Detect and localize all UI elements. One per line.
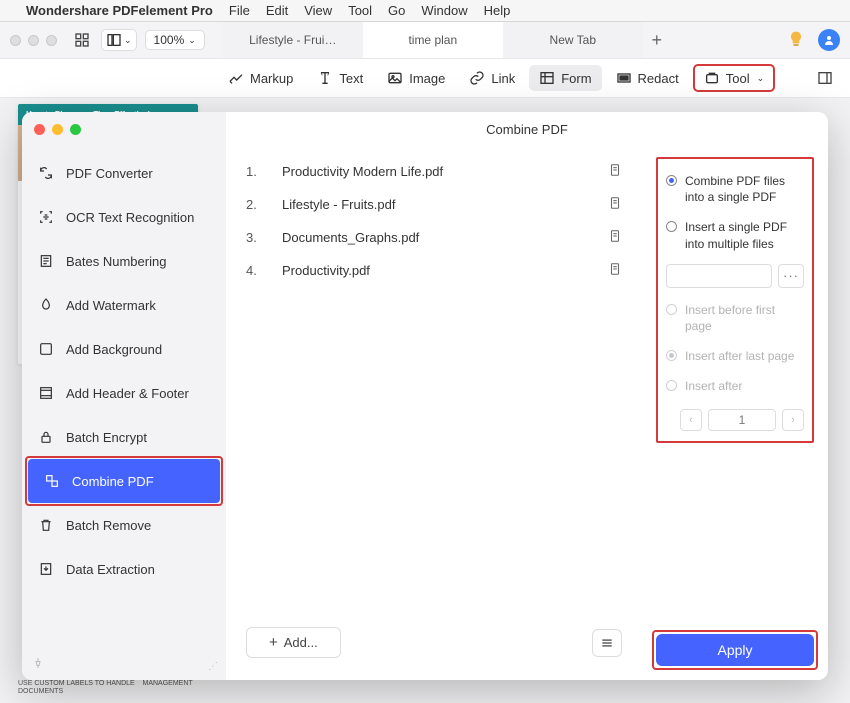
add-file-button[interactable]: +Add... [246, 627, 341, 658]
page-number-input[interactable]: 1 [708, 409, 776, 431]
radio-icon [666, 380, 677, 391]
resize-handle-icon[interactable]: ⋰ [208, 661, 218, 672]
browse-file-button[interactable]: ··· [778, 264, 804, 288]
layout-dropdown[interactable]: ⌄ [101, 29, 137, 51]
tab-new[interactable]: New Tab [503, 22, 643, 58]
file-row[interactable]: 3. Documents_Graphs.pdf [246, 221, 622, 254]
radio-insert-after: Insert after [666, 374, 804, 404]
zoom-value: 100% [154, 33, 185, 47]
dialog-sidebar: PDF Converter OCR Text Recognition Bates… [22, 112, 226, 680]
lightbulb-icon[interactable] [782, 26, 810, 54]
radio-insert-before: Insert before first page [666, 298, 804, 344]
radio-insert[interactable]: Insert a single PDF into multiple files [666, 215, 804, 261]
page-next-button[interactable]: › [782, 409, 804, 431]
menu-tool[interactable]: Tool [348, 3, 372, 18]
tab-time-plan[interactable]: time plan [363, 22, 503, 58]
link-button[interactable]: Link [459, 65, 525, 91]
menu-view[interactable]: View [304, 3, 332, 18]
combine-pdf-dialog: PDF Converter OCR Text Recognition Bates… [22, 112, 828, 680]
menu-window[interactable]: Window [421, 3, 467, 18]
list-options-button[interactable] [592, 629, 622, 657]
menu-help[interactable]: Help [484, 3, 511, 18]
app-top-bar: ⌄ 100%⌄ Lifestyle - Frui… time plan New … [0, 22, 850, 58]
image-button[interactable]: Image [377, 65, 455, 91]
page-range-icon[interactable] [608, 262, 622, 279]
radio-icon [666, 304, 677, 315]
menubar: Wondershare PDFelement Pro File Edit Vie… [0, 0, 850, 22]
sidebar-item-ocr[interactable]: OCR Text Recognition [22, 195, 226, 239]
form-button[interactable]: Form [529, 65, 601, 91]
tool-dropdown[interactable]: Tool⌄ [693, 64, 775, 92]
sidebar-item-batch-remove[interactable]: Batch Remove [22, 503, 226, 547]
file-row[interactable]: 2. Lifestyle - Fruits.pdf [246, 188, 622, 221]
redact-button[interactable]: Redact [606, 65, 689, 91]
sidebar-item-data-extraction[interactable]: Data Extraction [22, 547, 226, 591]
menu-edit[interactable]: Edit [266, 3, 288, 18]
sidebar-item-pdf-converter[interactable]: PDF Converter [22, 151, 226, 195]
page-prev-button[interactable]: ‹ [680, 409, 702, 431]
chevron-down-icon: ⌄ [757, 73, 765, 84]
options-panel: Combine PDF files into a single PDF Inse… [642, 147, 828, 680]
dialog-main: Combine PDF 1. Productivity Modern Life.… [226, 112, 828, 680]
page-range-icon[interactable] [608, 229, 622, 246]
radio-combine[interactable]: Combine PDF files into a single PDF [666, 169, 804, 215]
traffic-lights[interactable] [10, 35, 57, 46]
panel-toggle-icon[interactable] [814, 67, 836, 89]
markup-button[interactable]: Markup [218, 65, 303, 91]
menu-go[interactable]: Go [388, 3, 405, 18]
page-range-icon[interactable] [608, 196, 622, 213]
radio-icon [666, 221, 677, 232]
document-tabs: Lifestyle - Frui… time plan New Tab + [223, 22, 770, 58]
radio-insert-after-last: Insert after last page [666, 344, 804, 374]
new-tab-button[interactable]: + [643, 22, 671, 58]
sidebar-item-combine-pdf[interactable]: Combine PDF [28, 459, 220, 503]
main-toolbar: Markup Text Image Link Form Redact Tool⌄ [0, 58, 850, 98]
page-range-icon[interactable] [608, 163, 622, 180]
file-row[interactable]: 1. Productivity Modern Life.pdf [246, 155, 622, 188]
user-avatar[interactable] [818, 29, 840, 51]
dialog-traffic-lights[interactable] [22, 120, 226, 151]
file-list-panel: 1. Productivity Modern Life.pdf 2. Lifes… [226, 147, 642, 680]
zoom-select[interactable]: 100%⌄ [145, 30, 205, 50]
insert-file-input[interactable] [666, 264, 772, 288]
menu-file[interactable]: File [229, 3, 250, 18]
text-button[interactable]: Text [307, 65, 373, 91]
sidebar-item-bates[interactable]: Bates Numbering [22, 239, 226, 283]
file-row[interactable]: 4. Productivity.pdf [246, 254, 622, 287]
bottom-doc-preview: USE CUSTOM LABELS TO HANDLE MANAGEMENT D… [18, 680, 218, 702]
sidebar-item-batch-encrypt[interactable]: Batch Encrypt [22, 415, 226, 459]
pin-icon[interactable] [32, 657, 44, 672]
dialog-title: Combine PDF [226, 112, 828, 147]
sidebar-item-watermark[interactable]: Add Watermark [22, 283, 226, 327]
tab-lifestyle[interactable]: Lifestyle - Frui… [223, 22, 363, 58]
apply-button[interactable]: Apply [656, 634, 814, 666]
app-name[interactable]: Wondershare PDFelement Pro [26, 3, 213, 18]
sidebar-item-header-footer[interactable]: Add Header & Footer [22, 371, 226, 415]
radio-icon [666, 350, 677, 361]
grid-view-icon[interactable] [71, 29, 93, 51]
sidebar-item-background[interactable]: Add Background [22, 327, 226, 371]
radio-icon [666, 175, 677, 186]
